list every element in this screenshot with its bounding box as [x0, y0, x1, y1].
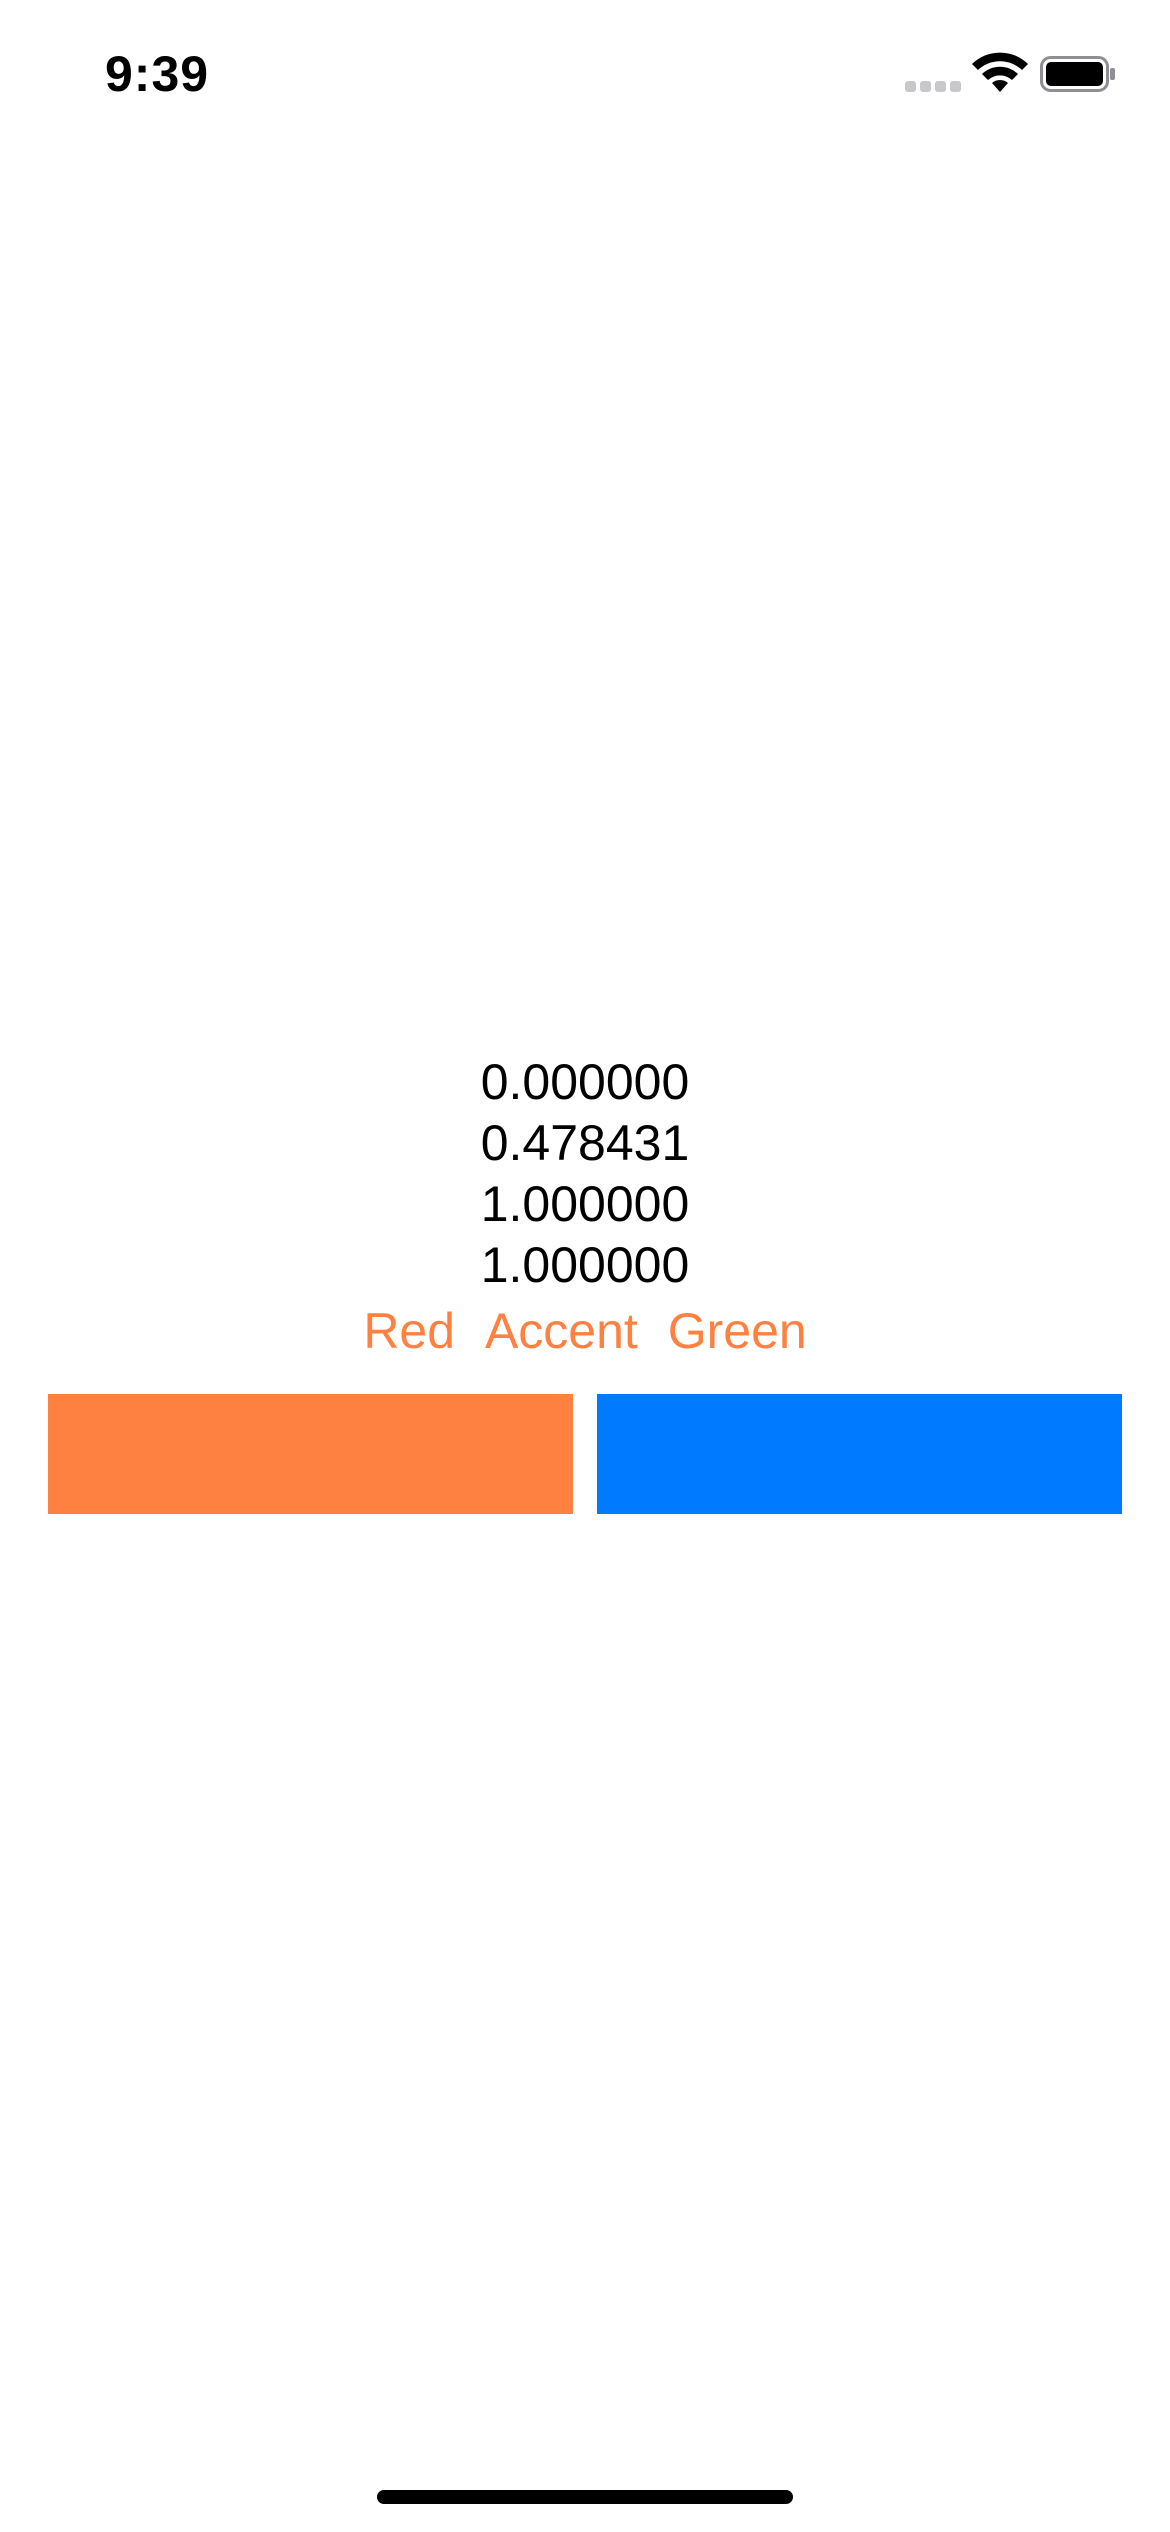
- status-bar: 9:39: [0, 0, 1170, 140]
- value-line-1: 0.000000: [480, 1054, 690, 1110]
- color-component-values: 0.000000 0.478431 1.000000 1.000000: [0, 1052, 1170, 1296]
- battery-icon: [1040, 56, 1115, 92]
- wifi-icon: [972, 52, 1028, 92]
- cellular-signal-icon: [905, 81, 961, 92]
- value-line-2: 0.478431: [480, 1115, 690, 1171]
- orange-color-swatch: [48, 1394, 573, 1514]
- blue-color-swatch: [597, 1394, 1122, 1514]
- label-accent: Accent: [484, 1303, 638, 1359]
- label-green: Green: [667, 1303, 807, 1359]
- status-time: 9:39: [105, 46, 210, 102]
- label-red: Red: [363, 1303, 456, 1359]
- home-indicator[interactable]: [377, 2490, 793, 2504]
- value-line-4: 1.000000: [480, 1237, 690, 1293]
- value-line-3: 1.000000: [480, 1176, 690, 1232]
- color-name-labels: Red Accent Green: [0, 1300, 1170, 1362]
